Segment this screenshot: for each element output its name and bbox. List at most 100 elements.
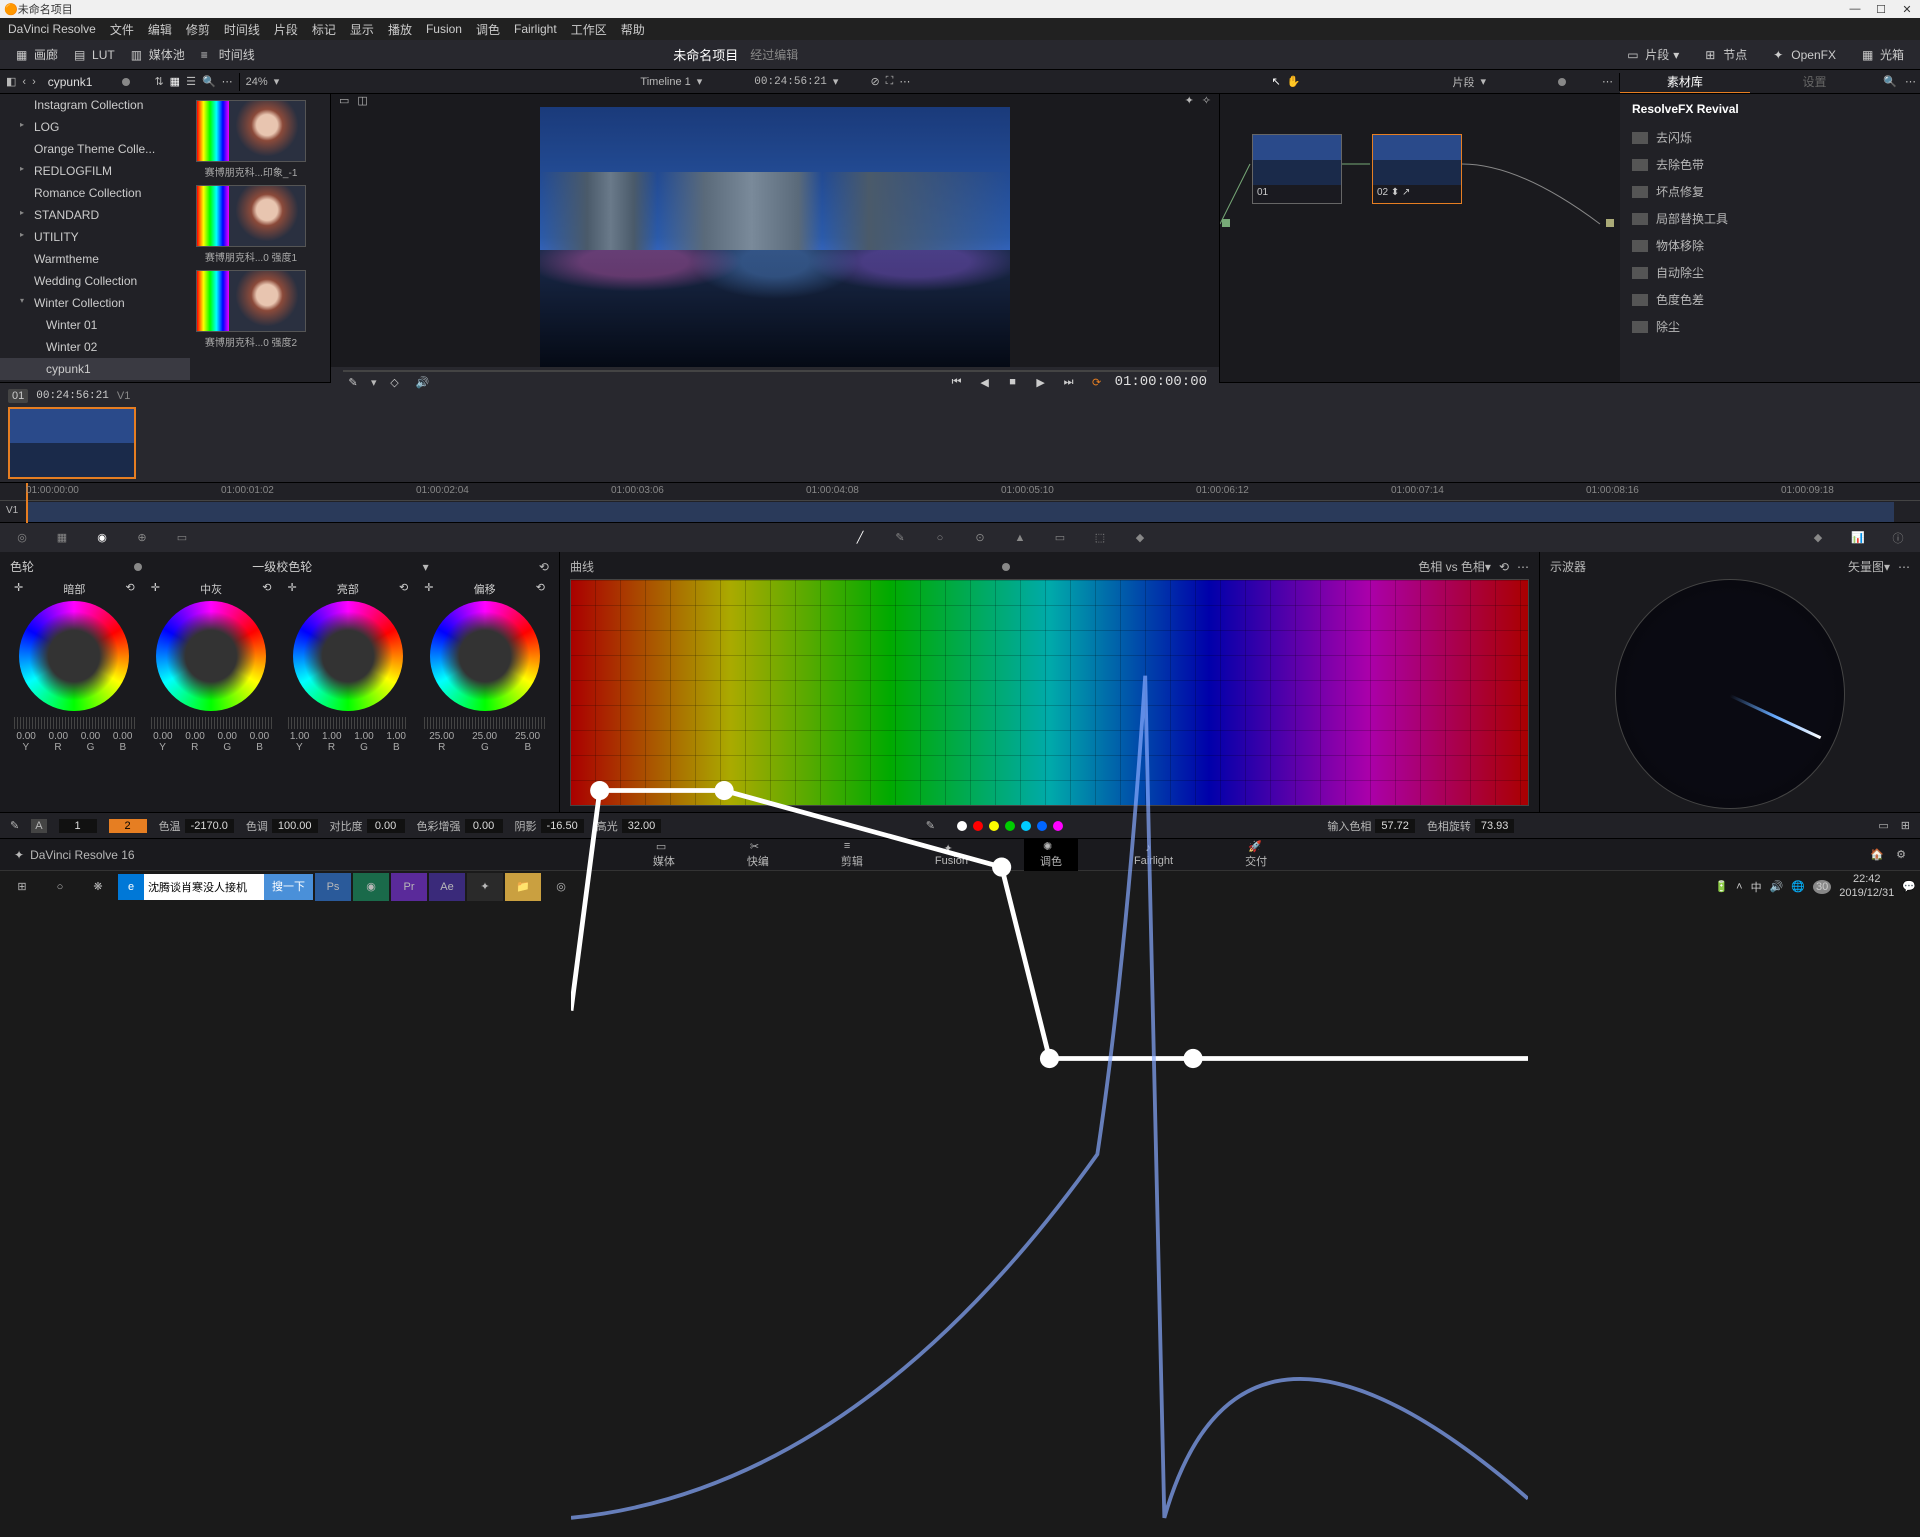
play-reverse-button[interactable]: ◀ xyxy=(975,372,995,392)
more-icon[interactable]: ⋯ xyxy=(1901,71,1920,93)
tray-up-icon[interactable]: ˄ xyxy=(1736,881,1742,893)
lut-thumb[interactable]: 赛博朋克科...0 强度2 xyxy=(196,270,306,349)
sort-icon[interactable]: ⇅ xyxy=(154,75,163,88)
grid-view-icon[interactable]: ▦ xyxy=(170,75,180,88)
page-2[interactable]: 2 xyxy=(109,819,147,833)
bypass-icon[interactable]: ⊘ xyxy=(870,75,879,88)
tree-item[interactable]: Wedding Collection xyxy=(0,270,190,292)
tree-item[interactable]: STANDARD xyxy=(0,204,190,226)
scope-opt-icon[interactable]: ⊞ xyxy=(1901,819,1910,832)
start-button[interactable]: ⊞ xyxy=(4,873,40,901)
search-icon[interactable]: 🔍 xyxy=(1879,71,1901,93)
color-wheel[interactable]: ✛偏移⟲25.0025.0025.00RGB xyxy=(420,581,549,753)
viewer-image[interactable] xyxy=(540,107,1010,367)
menu-item[interactable]: 帮助 xyxy=(621,21,645,38)
auto-icon[interactable]: ✎ xyxy=(10,819,19,832)
window-icon[interactable]: ○ xyxy=(928,526,952,550)
task-app[interactable]: ◉ xyxy=(353,873,389,901)
more-icon[interactable]: ⋯ xyxy=(1898,560,1910,574)
tray-vol-icon[interactable]: 🔊 xyxy=(1770,880,1784,893)
media-pool-button[interactable]: ▥媒体池 xyxy=(123,43,193,66)
menu-item[interactable]: 时间线 xyxy=(224,21,260,38)
more-icon[interactable]: ⋯ xyxy=(1602,75,1613,88)
nav-back-icon[interactable]: ‹ xyxy=(22,76,26,88)
tray-net-icon[interactable]: 🌐 xyxy=(1791,880,1805,893)
search-icon[interactable]: 🔍 xyxy=(202,75,216,88)
layers-icon[interactable]: ◇ xyxy=(385,372,405,392)
graph-input[interactable] xyxy=(1222,219,1230,227)
3d-icon[interactable]: ◆ xyxy=(1128,526,1152,550)
highlight-icon[interactable]: ✦ xyxy=(1185,94,1194,107)
color-wheel[interactable]: ✛亮部⟲1.001.001.001.00YRGB xyxy=(284,581,413,753)
fx-item[interactable]: 色度色差 xyxy=(1620,286,1920,313)
sizing-icon[interactable]: ⬚ xyxy=(1088,526,1112,550)
lightbox-button[interactable]: ▦光箱 xyxy=(1854,43,1912,66)
notifications-icon[interactable]: 💬 xyxy=(1902,880,1916,893)
fx-item[interactable]: 去闪烁 xyxy=(1620,124,1920,151)
tray-icon[interactable]: 🔋 xyxy=(1714,880,1728,893)
tree-item[interactable]: Winter 02 xyxy=(0,336,190,358)
hand-icon[interactable]: ✋ xyxy=(1287,75,1301,88)
gallery-button[interactable]: ▦画廊 xyxy=(8,43,66,66)
tree-item[interactable]: Winter 01 xyxy=(0,314,190,336)
transport-tc[interactable]: 01:00:00:00 xyxy=(1115,374,1207,390)
menu-item[interactable]: Fairlight xyxy=(514,22,557,36)
adjust-item[interactable]: 色调100.00 xyxy=(246,818,318,834)
node[interactable]: 01 xyxy=(1252,134,1342,204)
a-icon[interactable]: A xyxy=(31,819,46,833)
minimize-button[interactable]: — xyxy=(1846,3,1864,16)
wheels-mode[interactable]: 一级校色轮 xyxy=(252,558,312,575)
breadcrumb[interactable]: cypunk1 xyxy=(42,75,99,89)
pointer-icon[interactable]: ↖ xyxy=(1272,75,1281,88)
home-icon[interactable]: 🏠 xyxy=(1870,848,1884,861)
maximize-button[interactable]: ☐ xyxy=(1872,3,1890,16)
cortana-icon[interactable]: ○ xyxy=(42,873,78,901)
tree-item[interactable]: Orange Theme Colle... xyxy=(0,138,190,160)
menu-item[interactable]: 文件 xyxy=(110,21,134,38)
next-clip-button[interactable]: ⏭ xyxy=(1059,372,1079,392)
wand-icon[interactable]: ✧ xyxy=(1202,94,1211,107)
menu-item[interactable]: 编辑 xyxy=(148,21,172,38)
close-button[interactable]: ✕ xyxy=(1898,3,1916,16)
search-input[interactable] xyxy=(144,881,264,893)
vectorscope[interactable] xyxy=(1615,579,1845,809)
curves-icon[interactable]: ╱ xyxy=(848,526,872,550)
tree-item[interactable]: cypunk1 xyxy=(0,358,190,380)
openfx-button[interactable]: ✦OpenFX xyxy=(1765,43,1844,66)
page-1[interactable]: 1 xyxy=(59,819,97,833)
tray-ime-icon[interactable]: 中 xyxy=(1751,879,1762,895)
scope-opt-icon[interactable]: ▭ xyxy=(1878,819,1888,832)
lut-thumb[interactable]: 赛博朋克科...印象_-1 xyxy=(196,100,306,179)
task-app[interactable]: Pr xyxy=(391,873,427,901)
loop-button[interactable]: ⟳ xyxy=(1087,372,1107,392)
fx-item[interactable]: 除尘 xyxy=(1620,313,1920,340)
graph-output[interactable] xyxy=(1606,219,1614,227)
play-button[interactable]: ▶ xyxy=(1031,372,1051,392)
clips-button[interactable]: ▭片段▾ xyxy=(1619,43,1687,66)
color-wheel[interactable]: ✛中灰⟲0.000.000.000.00YRGB xyxy=(147,581,276,753)
fx-item[interactable]: 坏点修复 xyxy=(1620,178,1920,205)
menu-item[interactable]: 播放 xyxy=(388,21,412,38)
more-icon[interactable]: ⋯ xyxy=(1517,560,1529,574)
nodes-button[interactable]: ⊞节点 xyxy=(1697,43,1755,66)
task-app[interactable]: ✦ xyxy=(467,873,503,901)
keyframe-icon[interactable]: ◆ xyxy=(1806,526,1830,550)
mute-icon[interactable]: 🔊 xyxy=(413,372,433,392)
sidebar-toggle-icon[interactable]: ◧ xyxy=(6,75,16,88)
fx-item[interactable]: 自动除尘 xyxy=(1620,259,1920,286)
adjust-item[interactable]: 色彩增强0.00 xyxy=(417,818,503,834)
timeline-track[interactable] xyxy=(26,502,1894,522)
key-icon[interactable]: ▭ xyxy=(1048,526,1072,550)
fx-item[interactable]: 物体移除 xyxy=(1620,232,1920,259)
tray-clock[interactable]: 22:422019/12/31 xyxy=(1839,873,1894,899)
tree-item[interactable]: Winter Collection xyxy=(0,292,190,314)
nav-fwd-icon[interactable]: › xyxy=(32,76,36,88)
clip-thumbnail[interactable] xyxy=(8,407,136,479)
tree-item[interactable]: UTILITY xyxy=(0,226,190,248)
rgb-mixer-icon[interactable]: ⊕ xyxy=(130,526,154,550)
settings-icon[interactable]: ⚙ xyxy=(1896,848,1906,861)
menu-item[interactable]: Fusion xyxy=(426,22,462,36)
fx-item[interactable]: 局部替换工具 xyxy=(1620,205,1920,232)
color-wheel[interactable]: ✛暗部⟲0.000.000.000.00YRGB xyxy=(10,581,139,753)
app-icon[interactable]: ❋ xyxy=(80,873,116,901)
